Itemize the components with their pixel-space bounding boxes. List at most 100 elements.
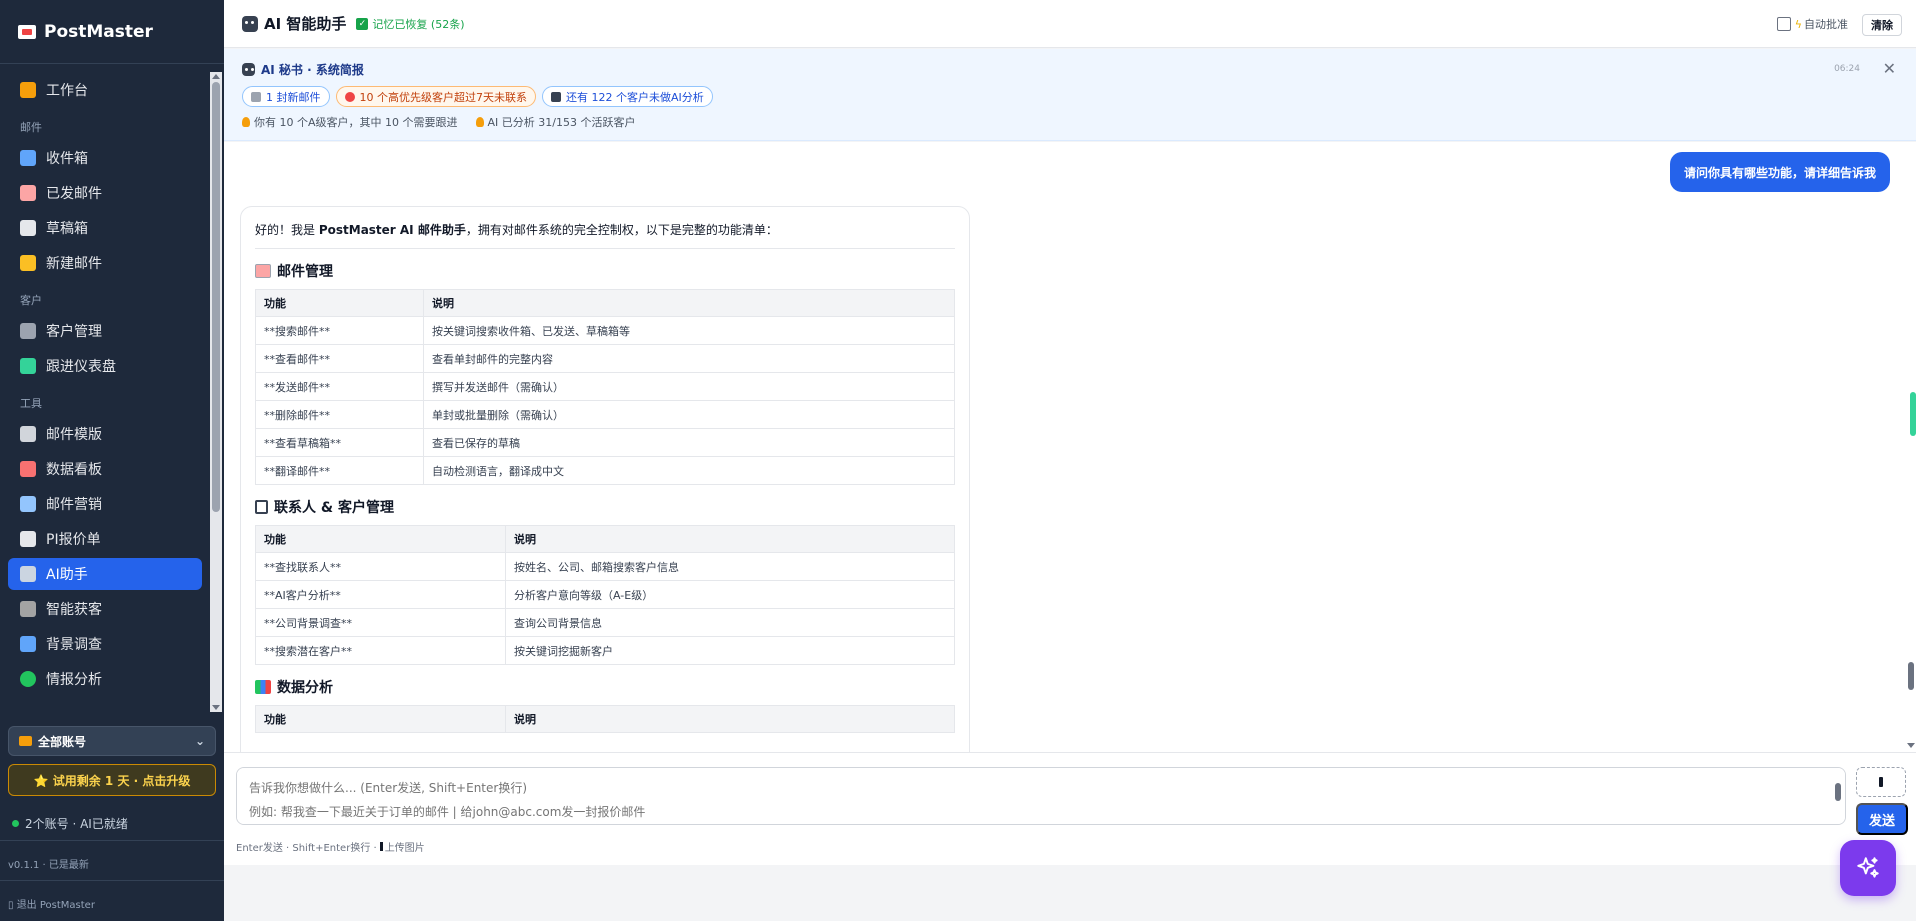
- robot-icon: [20, 566, 36, 582]
- table-cell: 自动检测语言，翻译成中文: [423, 456, 955, 485]
- trial-upgrade-button[interactable]: ⭐ 试用剩余 1 天 · 点击升级: [8, 764, 216, 796]
- sidebar-item-sent[interactable]: 已发邮件: [8, 177, 202, 209]
- scrollbar-thumb[interactable]: [212, 82, 220, 512]
- sidebar-item-compose[interactable]: 新建邮件: [8, 247, 202, 279]
- account-select[interactable]: 全部账号 ⌄: [8, 726, 216, 756]
- magnifier-icon: [20, 636, 36, 652]
- table-header: 说明: [505, 525, 955, 553]
- sidebar-item-templates[interactable]: 邮件模版: [8, 418, 202, 450]
- table-row: **查看邮件** 查看单封邮件的完整内容: [255, 344, 955, 373]
- table-row: **翻译邮件** 自动检测语言，翻译成中文: [255, 456, 955, 485]
- chat-scrollbar[interactable]: [1906, 142, 1916, 752]
- sidebar-item-label: PI报价单: [46, 532, 101, 548]
- message-input[interactable]: [236, 767, 1846, 825]
- section-heading-text: 邮件管理: [277, 264, 333, 280]
- sidebar-item-background-check[interactable]: 背景调查: [8, 628, 202, 660]
- input-hint-upload: 上传图片: [384, 843, 425, 854]
- trend-chart-icon: [20, 461, 36, 477]
- sidebar-item-drafts[interactable]: 草稿箱: [8, 212, 202, 244]
- sidebar-item-customers[interactable]: 客户管理: [8, 315, 202, 347]
- input-hint: Enter发送 · Shift+Enter换行 · 上传图片: [236, 839, 425, 854]
- section-heading: 联系人 & 客户管理: [255, 497, 955, 517]
- table-header: 功能: [255, 289, 424, 317]
- table-cell: **发送邮件**: [255, 372, 424, 401]
- globe-icon: [20, 671, 36, 687]
- scroll-down-arrow-icon[interactable]: [212, 705, 220, 710]
- ai-sparkle-fab[interactable]: [1840, 840, 1896, 896]
- app-name: PostMaster: [44, 21, 153, 42]
- scroll-down-arrow-icon[interactable]: [1907, 743, 1915, 748]
- upload-image-button[interactable]: [1856, 767, 1906, 797]
- account-status: 2个账号 · AI已就绪: [12, 815, 128, 832]
- sidebar-scrollbar[interactable]: [210, 72, 222, 712]
- sidebar-item-label: AI助手: [46, 567, 88, 583]
- briefing-note-text: 你有 10 个A级客户，其中 10 个需要跟进: [254, 116, 458, 129]
- section-heading-text: 联系人 & 客户管理: [274, 500, 394, 516]
- chip-new-mail[interactable]: 1 封新邮件: [242, 86, 330, 107]
- input-scrollbar[interactable]: [1834, 771, 1842, 821]
- clear-button[interactable]: 清除: [1862, 14, 1902, 36]
- function-table-mail: 功能 说明 **搜索邮件** 按关键词搜索收件箱、已发送、草稿箱等 **查看邮件*…: [255, 289, 955, 485]
- brand[interactable]: PostMaster: [0, 0, 224, 64]
- sidebar-item-followup[interactable]: 跟进仪表盘: [8, 350, 202, 382]
- chip-label: 10 个高优先级客户超过7天未联系: [359, 90, 528, 104]
- chevron-down-icon: ⌄: [194, 734, 205, 748]
- scrollbar-thumb[interactable]: [1908, 662, 1914, 690]
- scrollbar-thumb[interactable]: [1835, 783, 1841, 801]
- table-cell: 按关键词搜索收件箱、已发送、草稿箱等: [423, 316, 955, 345]
- table-cell: **搜索潜在客户**: [255, 636, 506, 665]
- chat-messages[interactable]: 请问你具有哪些功能，请详细告诉我 好的！我是 PostMaster AI 邮件助…: [224, 142, 1916, 752]
- sidebar-item-label: 情报分析: [46, 672, 102, 688]
- ai-intro-bold: PostMaster AI 邮件助手: [318, 223, 466, 237]
- check-icon: ✓: [356, 17, 369, 30]
- chip-ai-analysis[interactable]: 还有 122 个客户未做AI分析: [542, 86, 713, 107]
- briefing-note: AI 已分析 31/153 个活跃客户: [475, 114, 636, 130]
- lightning-icon: ϟ: [1794, 17, 1802, 31]
- chip-label: 1 封新邮件: [266, 90, 321, 104]
- sidebar-item-inbox[interactable]: 收件箱: [8, 142, 202, 174]
- chip-priority-customers[interactable]: 10 个高优先级客户超过7天未联系: [335, 86, 536, 107]
- sidebar-item-label: 草稿箱: [46, 221, 88, 237]
- ai-intro-text: 好的！我是: [255, 223, 319, 237]
- auto-approve-checkbox[interactable]: [1776, 17, 1791, 31]
- alarm-clock-icon: [344, 91, 355, 102]
- robot-icon: [242, 63, 255, 76]
- table-cell: **翻译邮件**: [255, 456, 424, 485]
- send-button[interactable]: 发送: [1856, 803, 1908, 835]
- camera-icon: [379, 842, 383, 851]
- sidebar-item-marketing[interactable]: 邮件营销: [8, 488, 202, 520]
- sidebar-item-label: 已发邮件: [46, 186, 102, 202]
- table-row: **删除邮件** 单封或批量删除（需确认）: [255, 400, 955, 429]
- system-briefing: AI 秘书 · 系统简报 06:24 ✕ 1 封新邮件 10 个高优先级客户超过…: [224, 49, 1916, 141]
- inbox-icon: [20, 150, 36, 166]
- briefing-notes: 你有 10 个A级客户，其中 10 个需要跟进 AI 已分析 31/153 个活…: [242, 114, 1898, 130]
- envelope-icon: [255, 264, 271, 278]
- sidebar-item-label: 工作台: [46, 83, 88, 99]
- sidebar-item-label: 新建邮件: [46, 256, 102, 272]
- folder-icon: [19, 736, 32, 746]
- logout-link[interactable]: ▯ 退出 PostMaster: [8, 896, 95, 911]
- close-icon[interactable]: ✕: [1883, 59, 1896, 78]
- scroll-up-arrow-icon[interactable]: [212, 74, 220, 79]
- sidebar-item-pi-quote[interactable]: PI报价单: [8, 523, 202, 555]
- users-icon: [20, 323, 36, 339]
- page-title: AI 智能助手: [264, 15, 347, 33]
- bar-chart-icon: [20, 82, 36, 98]
- briefing-title-text: AI 秘书 · 系统简报: [261, 63, 364, 77]
- nav-section-customer: 客户: [20, 294, 42, 307]
- table-header-row: 功能 说明: [255, 705, 955, 733]
- sidebar-item-intel[interactable]: 情报分析: [8, 663, 202, 695]
- sidebar-item-ai-assistant[interactable]: AI助手: [8, 558, 202, 590]
- sidebar-item-label: 背景调查: [46, 637, 102, 653]
- sidebar-item-dashboard[interactable]: 数据看板: [8, 453, 202, 485]
- sidebar-item-lead-gen[interactable]: 智能获客: [8, 593, 202, 625]
- user-message: 请问你具有哪些功能，请详细告诉我: [1669, 152, 1890, 192]
- sidebar-item-workbench[interactable]: 工作台: [8, 74, 202, 106]
- section-heading: 邮件管理: [255, 261, 955, 281]
- briefing-note-text: AI 已分析 31/153 个活跃客户: [487, 116, 636, 129]
- table-cell: **查看邮件**: [255, 344, 424, 373]
- table-row: **发送邮件** 撰写并发送邮件（需确认）: [255, 372, 955, 401]
- sidebar-item-label: 数据看板: [46, 462, 102, 478]
- sidebar-item-label: 客户管理: [46, 324, 102, 340]
- auto-approve-toggle[interactable]: ϟ 自动批准: [1776, 16, 1848, 32]
